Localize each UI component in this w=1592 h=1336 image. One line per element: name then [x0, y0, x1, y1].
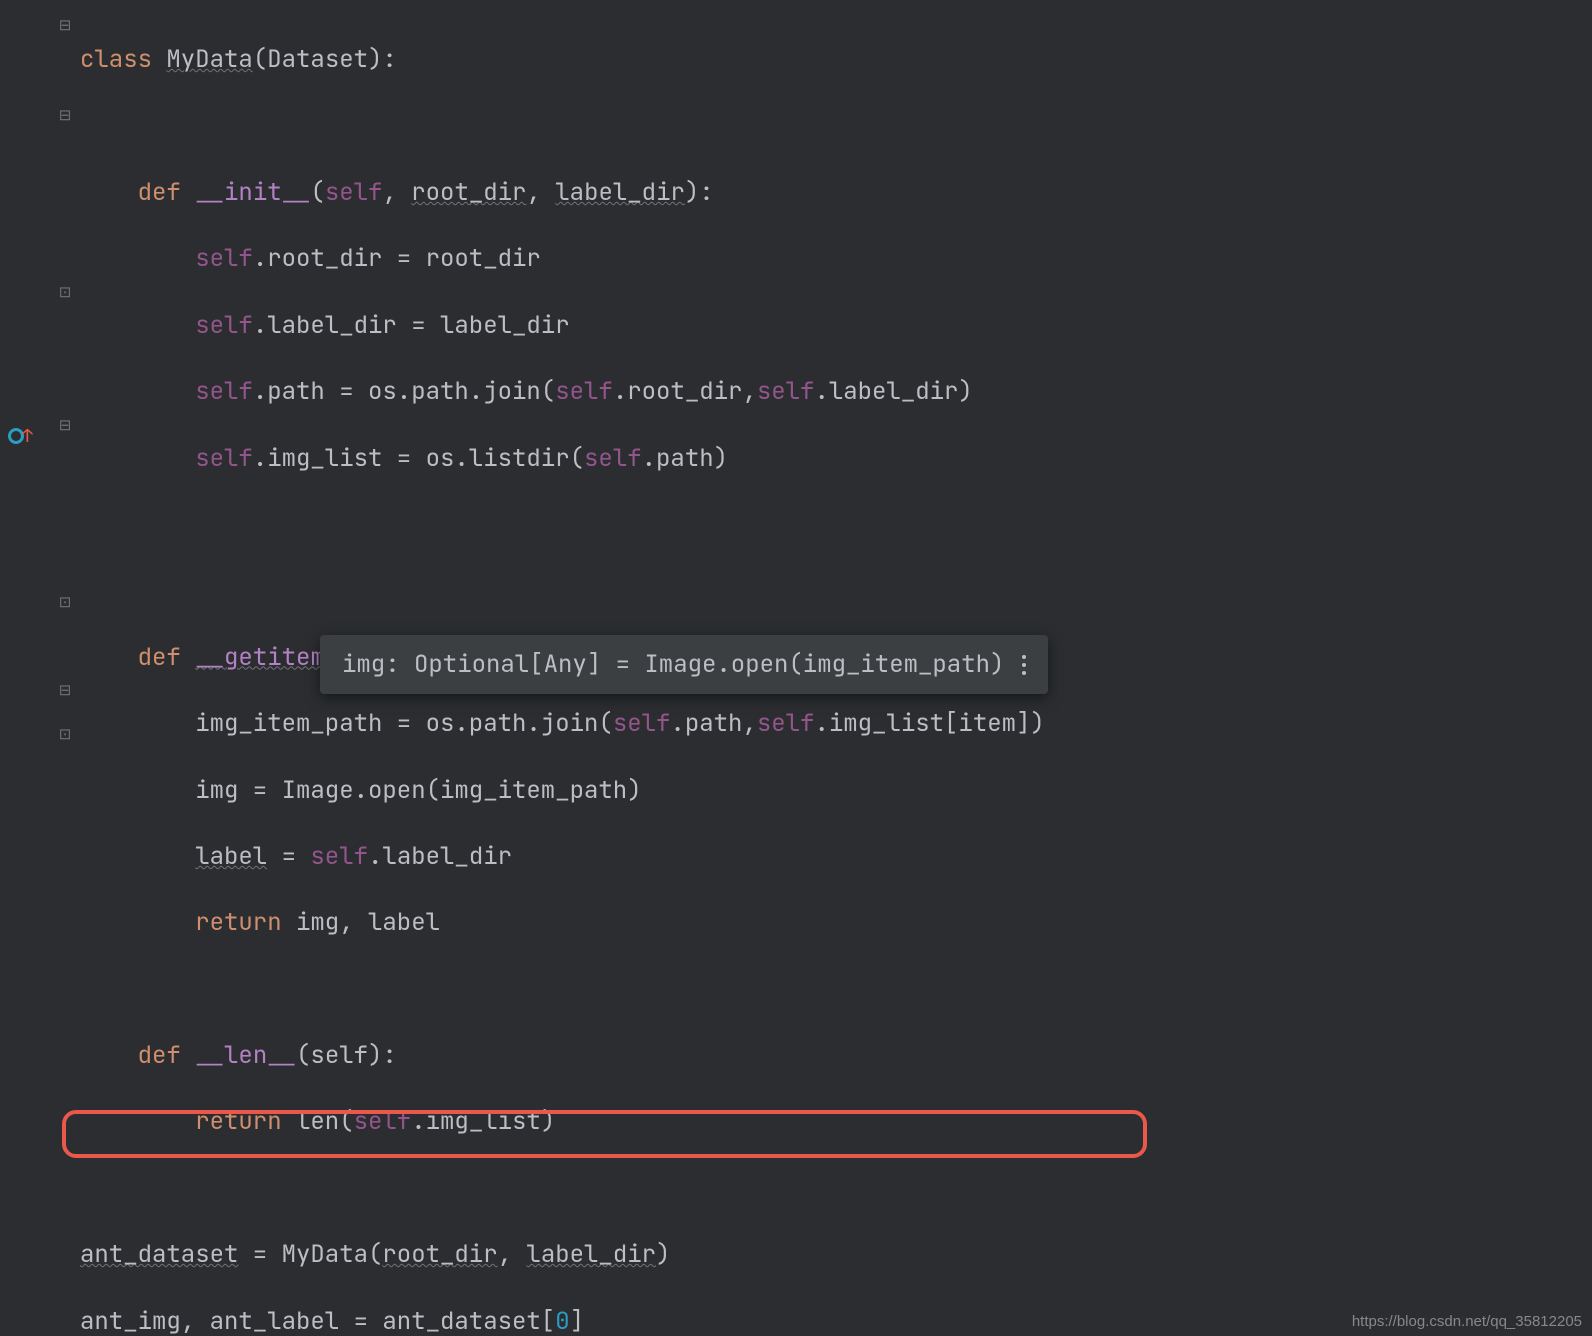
- self-ref: self: [555, 376, 613, 407]
- keyword-return: return: [195, 907, 281, 938]
- number-literal: 0: [555, 1306, 569, 1336]
- fold-icon[interactable]: [58, 18, 72, 32]
- code-text: .root_dir = root_dir: [253, 243, 541, 274]
- base-class: Dataset: [267, 44, 368, 75]
- self-ref: self: [195, 376, 253, 407]
- fold-icon[interactable]: [58, 595, 72, 609]
- class-name: MyData: [166, 44, 252, 75]
- var-label: label: [195, 841, 267, 872]
- code-text: .root_dir,: [613, 376, 757, 407]
- self-ref: self: [613, 708, 671, 739]
- gutter: ↑: [0, 0, 80, 1336]
- code-text: = MyData(: [238, 1239, 382, 1270]
- keyword-def: def: [138, 177, 181, 208]
- keyword-def: def: [138, 1040, 181, 1071]
- self-ref: self: [354, 1106, 412, 1137]
- code-text: .img_list[item]): [814, 708, 1044, 739]
- code-text: .img_list): [411, 1106, 555, 1137]
- type-hint-tooltip: img: Optional[Any] = Image.open(img_item…: [320, 635, 1048, 694]
- self-ref: self: [757, 708, 815, 739]
- override-icon[interactable]: ↑: [8, 420, 36, 448]
- fold-icon[interactable]: [58, 683, 72, 697]
- code-text: .path,: [670, 708, 756, 739]
- tooltip-text: img: Optional[Any] = Image.open(img_item…: [342, 649, 1004, 680]
- code-text: =: [267, 841, 310, 872]
- code-text: .label_dir = label_dir: [253, 310, 570, 341]
- method-init: __init__: [195, 177, 310, 208]
- param-self: self: [325, 177, 383, 208]
- watermark: https://blog.csdn.net/qq_35812205: [1352, 1313, 1582, 1330]
- code-text: .label_dir): [814, 376, 972, 407]
- fold-icon[interactable]: [58, 727, 72, 741]
- code-text: .path): [642, 443, 728, 474]
- keyword-def: def: [138, 642, 181, 673]
- code-text: img = Image.open(img_item_path): [195, 775, 641, 806]
- code-text: ]: [570, 1306, 584, 1336]
- self-ref: self: [584, 443, 642, 474]
- self-ref: self: [195, 310, 253, 341]
- self-ref: self: [757, 376, 815, 407]
- fold-icon[interactable]: [58, 418, 72, 432]
- code-text: (self):: [296, 1040, 397, 1071]
- code-text: .img_list = os.listdir(: [253, 443, 584, 474]
- code-editor[interactable]: ↑ class MyData(Dataset): def __init__(se…: [0, 0, 1592, 1336]
- self-ref: self: [310, 841, 368, 872]
- var-ant-dataset: ant_dataset: [80, 1239, 238, 1270]
- code-text: img_item_path = os.path.join(: [195, 708, 613, 739]
- arg-root-dir: root_dir: [382, 1239, 497, 1270]
- more-icon[interactable]: [1022, 655, 1026, 675]
- code-text: ): [656, 1239, 670, 1270]
- fold-icon[interactable]: [58, 285, 72, 299]
- arg-label-dir: label_dir: [526, 1239, 656, 1270]
- code-text: img, label: [282, 907, 440, 938]
- keyword-class: class: [80, 44, 152, 75]
- param-label-dir: label_dir: [555, 177, 685, 208]
- fold-icon[interactable]: [58, 108, 72, 122]
- code-text: .path = os.path.join(: [253, 376, 555, 407]
- keyword-return: return: [195, 1106, 281, 1137]
- code-text: len(: [282, 1106, 354, 1137]
- method-len: __len__: [195, 1040, 296, 1071]
- param-root-dir: root_dir: [411, 177, 526, 208]
- self-ref: self: [195, 443, 253, 474]
- code-text: ant_img, ant_label = ant_dataset[: [80, 1306, 555, 1336]
- code-text: .label_dir: [368, 841, 512, 872]
- self-ref: self: [195, 243, 253, 274]
- code-text: ,: [498, 1239, 527, 1270]
